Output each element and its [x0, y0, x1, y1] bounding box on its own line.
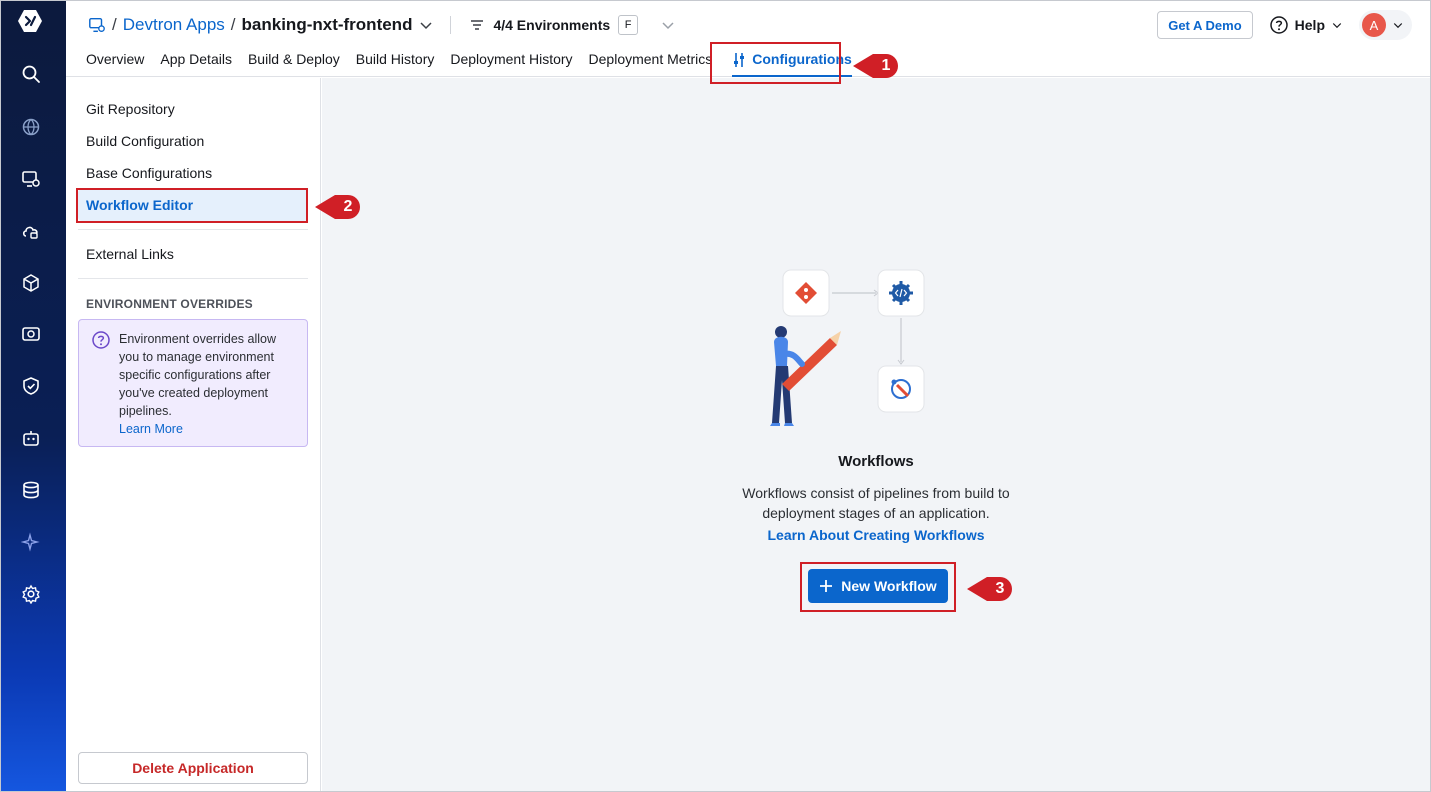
workflows-description-line: deployment stages of an application. — [762, 505, 990, 521]
tab-deployment-history[interactable]: Deployment History — [450, 45, 572, 77]
cloud-lock-icon[interactable] — [20, 220, 42, 242]
annotation-marker-2: 2 — [313, 192, 363, 222]
help-menu[interactable]: Help — [1269, 15, 1343, 35]
breadcrumb-separator: / — [230, 15, 236, 34]
sidebar-divider — [78, 229, 308, 230]
package-icon[interactable] — [20, 272, 42, 294]
help-circle-icon — [1269, 16, 1288, 34]
settings-gear-icon[interactable] — [20, 583, 42, 605]
environment-filter-label: 4/4 Environments — [493, 17, 611, 33]
environment-filter-badge: F — [618, 15, 639, 35]
sparkle-icon[interactable] — [20, 531, 42, 553]
annotation-highlight-workflow-editor — [76, 188, 308, 223]
annotation-number: 1 — [881, 57, 891, 74]
delete-application-button[interactable]: Delete Application — [78, 752, 308, 784]
annotation-number: 3 — [995, 580, 1005, 597]
left-nav-rail — [1, 1, 66, 791]
workflows-description: Workflows consist of pipelines from buil… — [322, 483, 1430, 523]
learn-about-workflows-link[interactable]: Learn About Creating Workflows — [322, 527, 1430, 543]
breadcrumb: / Devtron Apps / banking-nxt-frontend 4/… — [88, 13, 676, 37]
tab-deployment-metrics[interactable]: Deployment Metrics — [589, 45, 713, 77]
sidebar-item-git-repository[interactable]: Git Repository — [86, 101, 175, 117]
sidebar-divider — [78, 278, 308, 279]
annotation-number: 2 — [343, 198, 353, 215]
tab-overview[interactable]: Overview — [86, 45, 144, 77]
tab-build-deploy[interactable]: Build & Deploy — [248, 45, 340, 77]
environment-filter[interactable]: 4/4 Environments F — [469, 15, 676, 35]
app-switcher-chevron-icon[interactable] — [418, 17, 434, 33]
globe-icon[interactable] — [20, 116, 42, 138]
header-divider — [450, 16, 452, 34]
cluster-icon[interactable] — [20, 323, 42, 345]
applications-icon[interactable] — [20, 168, 42, 190]
bot-icon[interactable] — [20, 427, 42, 449]
filter-icon — [471, 20, 484, 30]
security-shield-icon[interactable] — [20, 375, 42, 397]
user-menu[interactable]: A — [1359, 10, 1412, 40]
environment-overrides-heading: ENVIRONMENT OVERRIDES — [86, 297, 253, 311]
annotation-marker-1: 1 — [851, 51, 901, 81]
devtron-logo-icon[interactable] — [17, 9, 43, 33]
annotation-marker-3: 3 — [965, 574, 1015, 604]
avatar: A — [1362, 13, 1386, 37]
workflows-title: Workflows — [838, 453, 914, 470]
get-a-demo-button[interactable]: Get A Demo — [1157, 11, 1253, 39]
environment-overrides-text: Environment overrides allow you to manag… — [119, 332, 277, 418]
annotation-highlight-new-workflow — [800, 562, 956, 612]
sidebar-item-base-configurations[interactable]: Base Configurations — [86, 165, 212, 181]
tab-app-details[interactable]: App Details — [160, 45, 232, 77]
help-label: Help — [1294, 17, 1325, 33]
workflow-empty-state: Workflows Workflows consist of pipelines… — [322, 78, 1430, 791]
environment-overrides-info: Environment overrides allow you to manag… — [78, 319, 308, 447]
breadcrumb-separator: / — [112, 15, 117, 34]
annotation-highlight-configurations — [710, 42, 841, 84]
tab-build-history[interactable]: Build History — [356, 45, 435, 77]
chevron-down-icon[interactable] — [660, 17, 676, 33]
sidebar-item-external-links[interactable]: External Links — [86, 246, 174, 262]
database-icon[interactable] — [20, 479, 42, 501]
app-name: banking-nxt-frontend — [241, 15, 413, 34]
help-circle-icon — [92, 331, 110, 349]
chevron-down-icon — [1393, 23, 1403, 29]
config-sidebar: Git Repository Build Configuration Base … — [66, 78, 321, 791]
workflows-description-line: Workflows consist of pipelines from buil… — [742, 485, 1010, 501]
chevron-down-icon — [1332, 23, 1342, 29]
search-icon[interactable] — [20, 63, 42, 85]
breadcrumb-devtron-apps[interactable]: Devtron Apps — [123, 15, 225, 35]
header-actions: Get A Demo Help A — [1157, 10, 1412, 40]
app-icon — [89, 17, 105, 33]
app-window: / Devtron Apps / banking-nxt-frontend 4/… — [0, 0, 1431, 792]
workflow-illustration — [770, 269, 925, 426]
sidebar-item-build-configuration[interactable]: Build Configuration — [86, 133, 204, 149]
learn-more-link[interactable]: Learn More — [119, 420, 297, 438]
